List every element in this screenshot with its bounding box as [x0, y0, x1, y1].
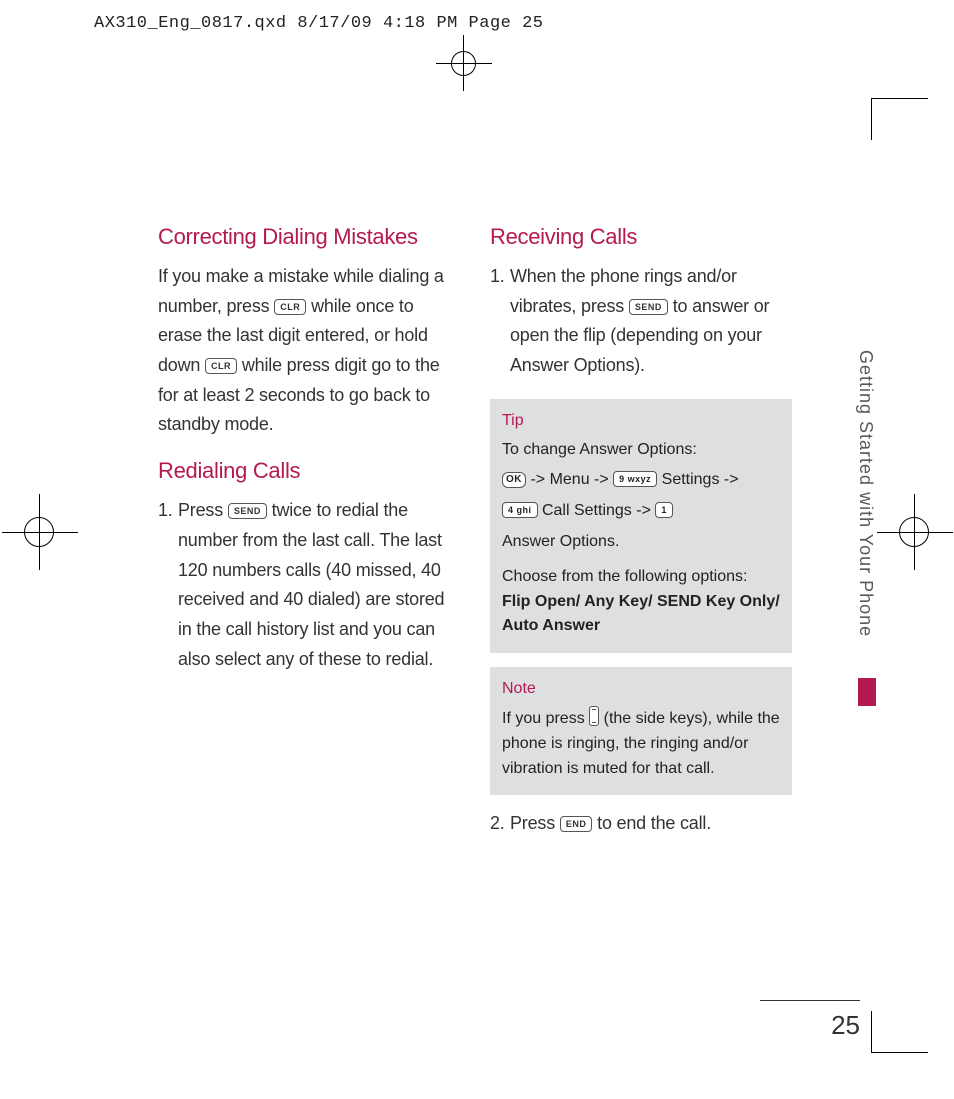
ok-key-icon: OK: [502, 472, 526, 488]
answer-options-label: Answer Options: [502, 533, 615, 550]
end-key-icon: END: [560, 816, 593, 832]
paragraph: If you make a mistake while dialing a nu…: [158, 262, 460, 440]
text: When the phone rings and/or vibrates, pr…: [510, 262, 792, 381]
menu-label: Menu: [550, 471, 590, 488]
note-title: Note: [502, 677, 780, 702]
text: Press: [178, 500, 228, 520]
section-tab-marker: [858, 678, 876, 706]
text: If you press (the side keys), while the …: [502, 706, 780, 781]
call-settings-label: Call Settings: [542, 502, 632, 519]
clr-key-icon: CLR: [274, 299, 306, 315]
list-number: 1.: [490, 262, 510, 381]
list-number: 1.: [158, 496, 178, 674]
list-item: 1. Press SEND twice to redial the number…: [158, 496, 460, 674]
text: Answer Options.: [502, 530, 780, 555]
list-number: 2.: [490, 809, 510, 839]
text: If you press: [502, 710, 589, 727]
note-box: Note If you press (the side keys), while…: [490, 667, 792, 795]
text: to end the call.: [597, 813, 711, 833]
text: 4 ghi Call Settings -> 1: [502, 499, 780, 524]
side-key-icon: [589, 706, 599, 726]
tip-title: Tip: [502, 409, 780, 434]
list-item: 1. When the phone rings and/or vibrates,…: [490, 262, 792, 381]
send-key-icon: SEND: [629, 299, 668, 315]
heading-correcting: Correcting Dialing Mistakes: [158, 224, 460, 250]
text: Press: [510, 813, 560, 833]
prepress-slug: AX310_Eng_0817.qxd 8/17/09 4:18 PM Page …: [94, 14, 543, 33]
page-number-rule: [760, 1000, 860, 1001]
tip-box: Tip To change Answer Options: OK -> Menu…: [490, 399, 792, 653]
text: To change Answer Options:: [502, 438, 780, 463]
right-column: Receiving Calls 1. When the phone rings …: [490, 224, 792, 857]
clr-key-icon: CLR: [205, 358, 237, 374]
text: twice to redial the number from the last…: [178, 500, 444, 668]
crop-mark: [872, 98, 928, 99]
heading-redialing: Redialing Calls: [158, 458, 460, 484]
settings-label: Settings: [662, 471, 720, 488]
crop-mark: [871, 98, 872, 140]
list-item: 2. Press END to end the call.: [490, 809, 792, 839]
left-column: Correcting Dialing Mistakes If you make …: [158, 224, 460, 857]
page-content: Correcting Dialing Mistakes If you make …: [158, 224, 798, 857]
crop-mark: [871, 1011, 872, 1053]
heading-receiving: Receiving Calls: [490, 224, 792, 250]
one-key-icon: 1: [655, 502, 673, 518]
send-key-icon: SEND: [228, 503, 267, 519]
text: Press END to end the call.: [510, 809, 792, 839]
options-list: Flip Open/ Any Key/ SEND Key Only/ Auto …: [502, 593, 780, 635]
text: Press SEND twice to redial the number fr…: [178, 496, 460, 674]
page-number: 25: [831, 1010, 860, 1041]
crop-mark: [872, 1052, 928, 1053]
registration-mark: [451, 51, 476, 76]
text: Flip Open/ Any Key/ SEND Key Only/ Auto …: [502, 590, 780, 640]
nine-key-icon: 9 wxyz: [613, 471, 657, 487]
registration-mark: [899, 517, 929, 547]
registration-mark: [24, 517, 54, 547]
section-tab-label: Getting Started with Your Phone: [855, 350, 876, 637]
four-key-icon: 4 ghi: [502, 502, 538, 518]
text: Choose from the following options:: [502, 565, 780, 590]
text: OK -> Menu -> 9 wxyz Settings ->: [502, 468, 780, 493]
